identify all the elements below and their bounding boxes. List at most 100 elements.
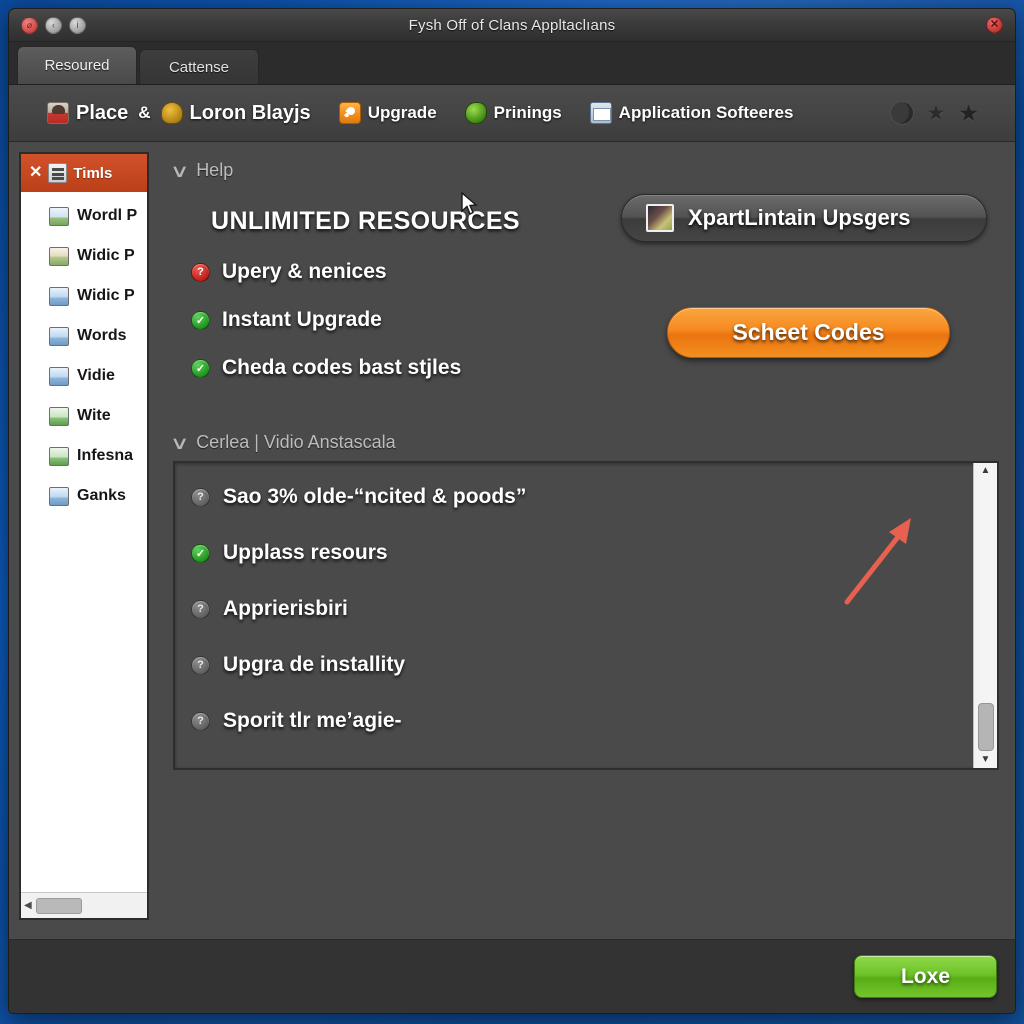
tab-resoured[interactable]: Resoured [17,46,137,84]
sidebar-item-widic-p-2[interactable]: Widic P [21,276,147,316]
primary-account-button[interactable]: XpartLintain Upsgers [621,194,987,242]
list-item-label: Upgra de installity [223,653,406,676]
question-badge-icon: ? [191,262,210,282]
cheat-codes-button[interactable]: Scheet Codes [667,307,950,358]
sidebar-item-infesna[interactable]: Infesna [21,436,147,476]
trophy-icon [160,102,183,124]
sidebar-item-wordl-p[interactable]: Wordl P [21,196,147,236]
sidebar-close-icon[interactable]: ✕ [29,165,42,181]
window-control-close-icon[interactable]: ⌀ [21,16,38,34]
window-control-back-icon[interactable]: ‹ [45,16,62,34]
toolbar: Place & Loron Blayjs Upgrade Prinings Ap… [9,85,1015,142]
image-icon [49,326,69,346]
toolbar-item-loron-blayjs-label: Loron Blayjs [189,101,311,124]
orange-badge-icon [338,102,361,124]
sidebar-item-words[interactable]: Words [21,316,147,356]
sidebar-item-label: Words [77,327,127,344]
sidebar-item-label: Wordl P [77,207,138,224]
title-bar: ⌀ ‹ i Fysh Off of Clans Appltaclıans ✕ [9,9,1015,42]
toolbar-item-upgrade-label: Upgrade [367,103,437,122]
close-icon[interactable]: ✕ [986,16,1003,34]
thumbnail-icon [646,204,674,232]
image-icon [49,286,69,306]
tab-cattense[interactable]: Cattense [139,49,259,84]
footer-bar: Loxe [9,939,1015,1013]
sidebar-item-ganks[interactable]: Ganks [21,476,147,516]
close-button-label: Loxe [900,964,950,988]
scroll-up-icon[interactable]: ▲ [981,466,991,476]
image-icon [49,406,69,426]
sidebar-item-label: Ganks [77,487,126,504]
cheat-codes-button-label: Scheet Codes [732,319,885,345]
list-item[interactable]: ? Sao 3% olde-“ncited & poods” [191,485,973,509]
tab-bar: Resoured Cattense [9,42,1015,85]
feature-row-upery: ? Upery & nenices [191,260,999,284]
sidebar: ✕ Timls Wordl P Widic P Widic P Words Vi… [19,152,149,920]
toolbar-item-application-softeeres[interactable]: Application Softeeres [589,102,793,124]
list-vertical-scrollbar[interactable]: ▲ ▼ [973,463,997,768]
toolbar-item-prinings[interactable]: Prinings [464,102,562,124]
check-badge-icon: ✓ [191,310,210,330]
sidebar-item-label: Wite [77,407,111,424]
list-section-title: Cerlea | Vidio Anstascala [196,432,396,452]
tab-resoured-label: Resoured [44,57,110,74]
feature-label: Cheda codes bast stjles [222,356,462,379]
list-item[interactable]: ✓ Upplass resours [191,541,973,565]
main-panel: ∨ Help UNLIMITED RESOURCES ? Upery & nen… [161,152,1005,939]
star-icon[interactable]: ★ [927,103,946,124]
scrollbar-thumb[interactable] [977,703,994,751]
list-section-header[interactable]: ∨ Cerlea | Vidio Anstascala [170,432,999,453]
help-section-title: Help [196,160,234,180]
list-items-container: ? Sao 3% olde-“ncited & poods” ✓ Upplass… [175,463,973,768]
window-title: Fysh Off of Clans Appltaclıans [408,16,616,34]
close-button[interactable]: Loxe [854,955,997,998]
list-item-label: Apprierisbiri [223,597,348,620]
question-badge-icon: ? [191,599,210,619]
content-area: ✕ Timls Wordl P Widic P Widic P Words Vi… [9,142,1015,939]
tab-cattense-label: Cattense [168,58,230,76]
feature-label: Upery & nenices [222,260,387,283]
question-badge-icon: ? [191,487,210,507]
image-icon [49,246,69,266]
list-item-label: Sporit tlr meʼagie- [223,709,402,732]
sidebar-item-vidie[interactable]: Vidie [21,356,147,396]
sidebar-item-widic-p-1[interactable]: Widic P [21,236,147,276]
help-section-header[interactable]: ∨ Help [169,160,999,181]
ampersand-separator: & [138,103,151,122]
primary-account-button-label: XpartLintain Upsgers [688,205,911,230]
window-control-info-icon[interactable]: i [69,16,86,34]
toolbar-item-place-label: Place [76,101,129,124]
list-item[interactable]: ? Upgra de installity [191,653,973,677]
check-badge-icon: ✓ [191,358,210,378]
question-badge-icon: ? [191,767,210,768]
scrollbar-thumb[interactable] [35,897,82,914]
mail-icon [589,102,612,124]
list-item[interactable]: ? Apprierisbiri [191,597,973,621]
image-icon [49,486,69,506]
sidebar-header: ✕ Timls [21,154,147,192]
sidebar-item-label: Widic P [77,287,135,304]
scroll-left-icon[interactable]: ◀ [24,900,32,911]
list-item-label: Sao 3% olde-“ncited & poods” [223,485,527,508]
feature-label: Instant Upgrade [222,308,382,331]
sidebar-item-wite[interactable]: Wite [21,396,147,436]
list-item-partial[interactable]: ? [191,765,973,768]
list-panel: ? Sao 3% olde-“ncited & poods” ✓ Upplass… [173,461,999,770]
person-icon [47,102,69,124]
sidebar-item-label: Widic P [77,247,135,264]
toolbar-item-place[interactable]: Place & Loron Blayjs [47,102,311,125]
list-item[interactable]: ? Sporit tlr meʼagie- [191,709,973,733]
moon-icon[interactable] [889,101,914,125]
chevron-down-icon: ∨ [169,160,190,181]
scrollbar-track[interactable] [974,476,997,755]
gem-icon [464,102,487,124]
question-badge-icon: ? [191,711,210,731]
list-item-label [223,765,229,768]
star-filled-icon[interactable]: ★ [958,101,979,125]
check-badge-icon: ✓ [191,543,210,563]
toolbar-item-upgrade[interactable]: Upgrade [338,102,437,124]
sidebar-horizontal-scrollbar[interactable]: ◀ [21,892,147,918]
feature-row-cheat-codes: ✓ Cheda codes bast stjles [191,356,999,380]
window-controls: ⌀ ‹ i [9,16,86,34]
scroll-down-icon[interactable]: ▼ [981,755,991,765]
